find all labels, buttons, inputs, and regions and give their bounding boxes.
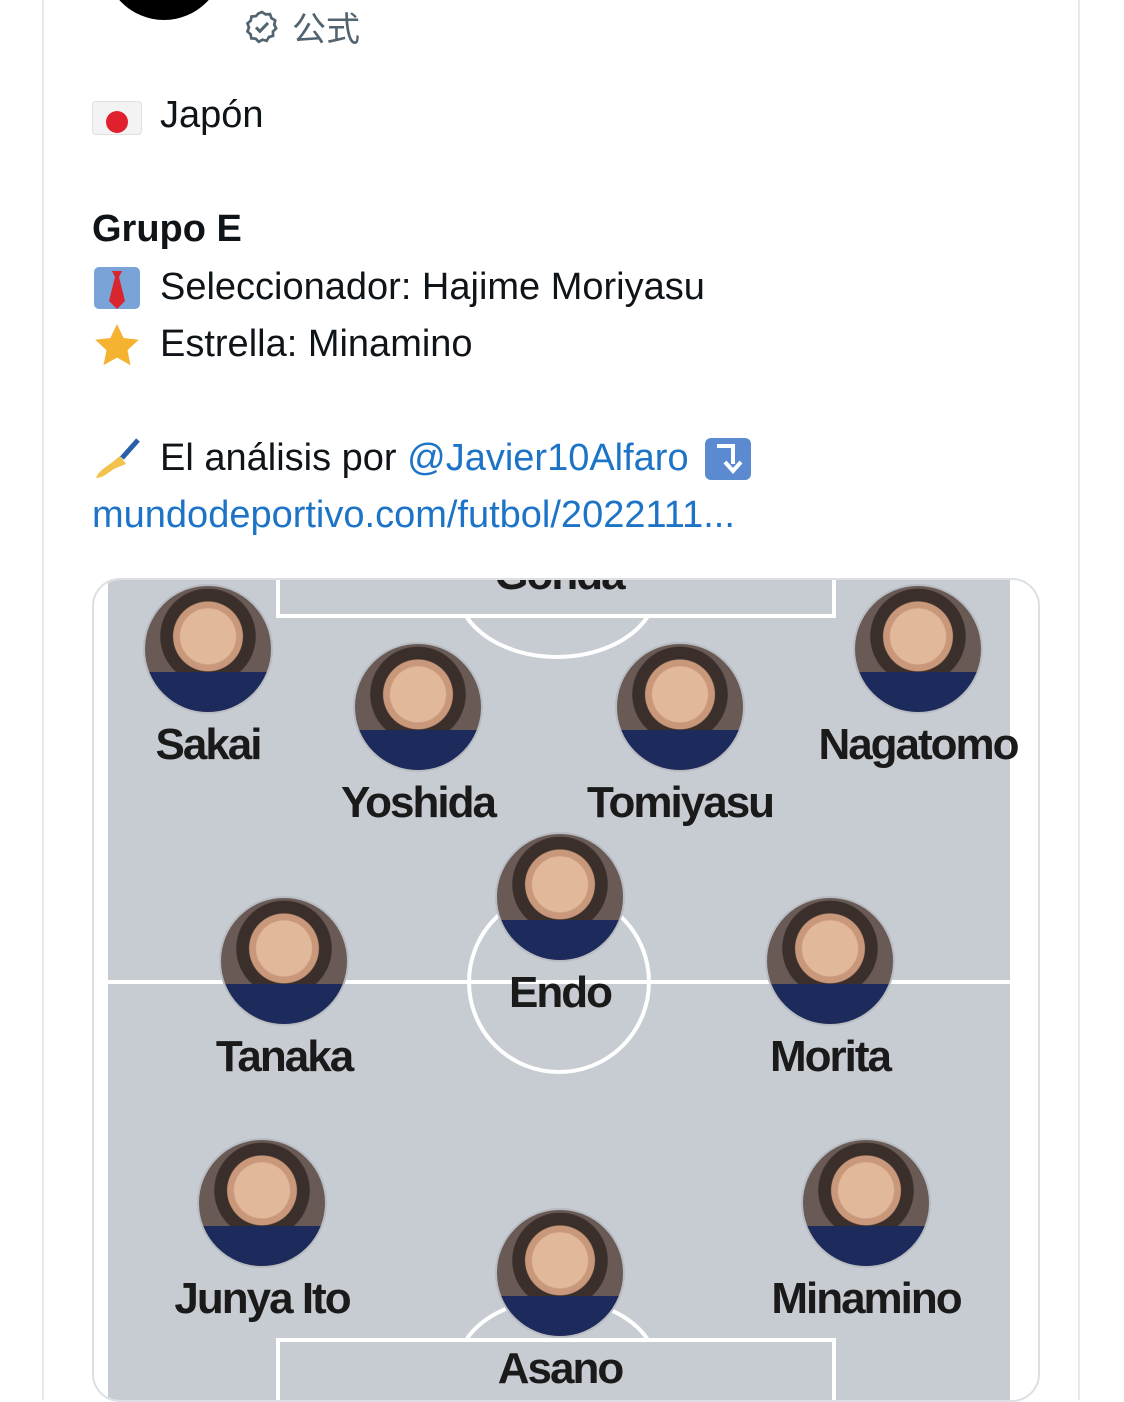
star-text: Estrella: Minamino (160, 323, 473, 365)
player-photo (853, 584, 983, 714)
player-tomiyasu: Tomiyasu (550, 642, 810, 828)
japan-flag-icon (92, 100, 142, 135)
group-text: Grupo E (92, 208, 242, 250)
lineup-image[interactable]: Gonda Sakai Yoshida Tomiyasu Nagatomo En… (92, 578, 1040, 1402)
verified-icon (245, 9, 278, 44)
writing-hand-icon (92, 436, 142, 480)
player-name: Morita (770, 1032, 892, 1081)
player-tanaka: Tanaka (154, 896, 414, 1082)
player-name: Tomiyasu (586, 778, 775, 827)
coach-text: Seleccionador: Hajime Moriyasu (160, 266, 705, 308)
verified-badge: 公式 (244, 2, 360, 51)
goalkeeper-name-partial: Gonda (428, 580, 690, 600)
group-line: Grupo E (92, 206, 242, 252)
player-photo (801, 1138, 931, 1268)
player-name: Asano (497, 1344, 624, 1393)
avatar[interactable] (104, 0, 224, 20)
player-photo (495, 1208, 625, 1338)
player-photo (219, 896, 349, 1026)
star-icon (92, 322, 142, 366)
player-photo (143, 584, 273, 714)
country-text: Japón (160, 94, 264, 136)
coach-line: Seleccionador: Hajime Moriyasu (92, 264, 705, 310)
player-photo (197, 1138, 327, 1268)
tweet-card: 公式 Japón Grupo E Seleccionador: Hajime M… (42, 0, 1080, 1402)
player-endo: Endo (430, 832, 690, 1018)
player-name: Minamino (771, 1274, 962, 1323)
player-name: Nagatomo (818, 720, 1019, 769)
player-junya-ito: Junya Ito (132, 1138, 392, 1324)
player-name: Endo (509, 968, 613, 1017)
verified-label: 公式 (292, 11, 360, 49)
player-yoshida: Yoshida (288, 642, 548, 828)
article-link-text[interactable]: mundodeportivo.com/futbol/2022111... (92, 492, 735, 538)
country-line: Japón (92, 92, 264, 138)
mention-link[interactable]: @Javier10Alfaro (407, 435, 688, 481)
player-name: Junya Ito (174, 1274, 351, 1323)
player-minamino: Minamino (736, 1138, 996, 1324)
player-photo (765, 896, 895, 1026)
player-asano: Asano (430, 1208, 690, 1394)
article-link[interactable]: mundodeportivo.com/futbol/2022111... (92, 492, 735, 538)
player-name: Yoshida (341, 778, 497, 827)
necktie-icon (92, 265, 142, 309)
player-name: Tanaka (215, 1032, 354, 1081)
player-photo (495, 832, 625, 962)
player-photo (615, 642, 745, 772)
player-nagatomo: Nagatomo (788, 584, 1038, 770)
player-photo (353, 642, 483, 772)
analysis-line: El análisis por @Javier10Alfaro (92, 435, 771, 481)
arrow-down-right-icon (703, 436, 753, 480)
analysis-prefix: El análisis por (160, 437, 397, 479)
player-morita: Morita (700, 896, 960, 1082)
star-line: Estrella: Minamino (92, 321, 473, 367)
